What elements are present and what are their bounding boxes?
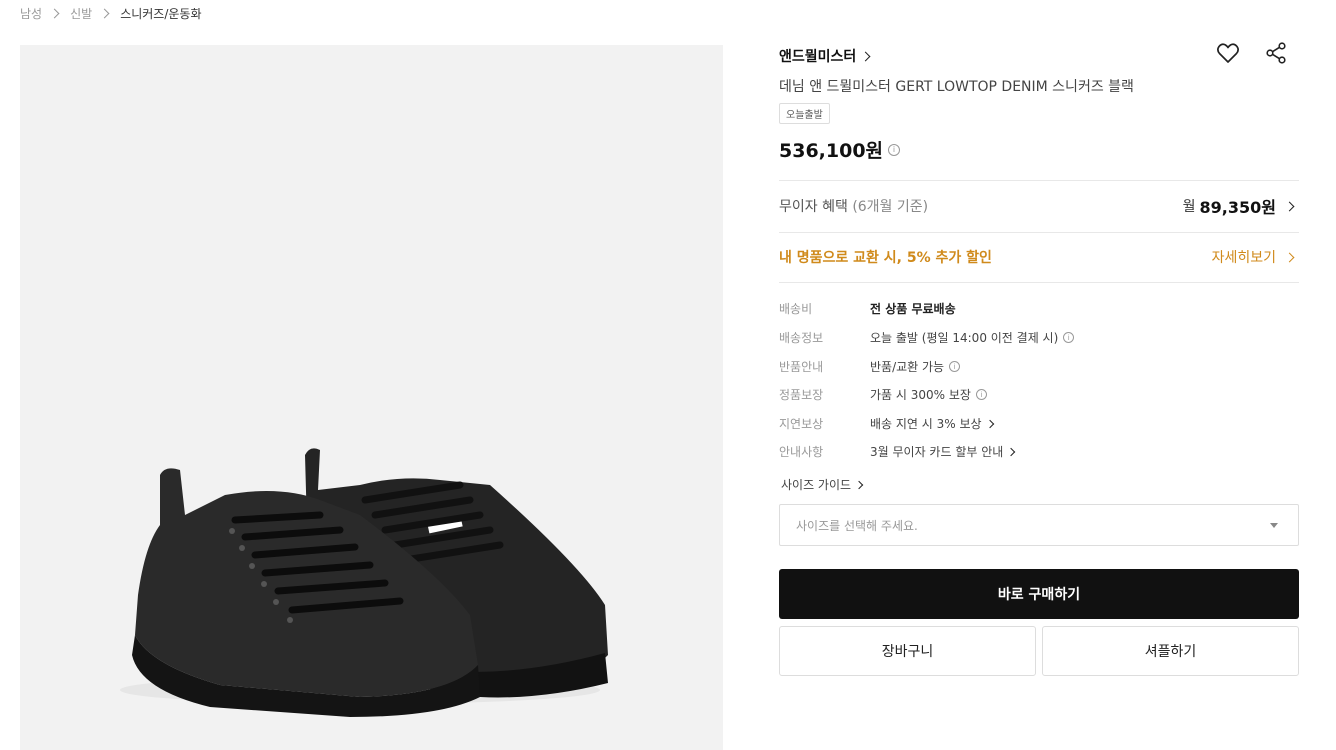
spec-value-wrap: 3월 무이자 카드 할부 안내: [870, 443, 1016, 460]
cart-button[interactable]: 장바구니: [779, 626, 1036, 676]
monthly-price: 월 89,350원: [1183, 194, 1299, 218]
info-icon[interactable]: i: [1063, 332, 1075, 343]
spec-value: 3월 무이자 카드 할부 안내: [870, 445, 1004, 459]
spec-label: 지연보상: [779, 417, 824, 431]
shuffle-button[interactable]: 셔플하기: [1042, 626, 1299, 676]
product-image[interactable]: [20, 45, 723, 750]
spec-value: 가품 시 300% 보장: [870, 388, 971, 402]
brand-link[interactable]: 앤드뮐미스터: [779, 46, 871, 66]
sneaker-illustration: [120, 448, 608, 717]
spec-row-authenticity: 정품보장 가품 시 300% 보장 i: [779, 386, 987, 403]
trade-in-row: 내 명품으로 교환 시, 5% 추가 할인 자세히보기: [779, 247, 1299, 267]
monthly-amount: 89,350원: [1199, 198, 1276, 217]
monthly-prefix: 월: [1182, 199, 1196, 215]
spec-row-notice[interactable]: 안내사항 3월 무이자 카드 할부 안내: [779, 443, 1016, 460]
product-price: 536,100원: [779, 140, 884, 162]
spec-label: 반품안내: [779, 360, 824, 374]
size-select[interactable]: 사이즈를 선택해 주세요.: [779, 504, 1299, 546]
spec-row-shipping-fee: 배송비 전 상품 무료배송: [779, 300, 956, 317]
product-name: 데님 앤 드뮐미스터 GERT LOWTOP DENIM 스니커즈 블랙: [779, 79, 1134, 95]
spec-value: 오늘 출발 (평일 14:00 이전 결제 시): [870, 331, 1059, 345]
installment-title: 무이자 혜택: [779, 199, 848, 215]
spec-value-wrap: 배송 지연 시 3% 보상: [870, 415, 994, 432]
breadcrumb-item-sneakers[interactable]: 스니커즈/운동화: [120, 5, 201, 22]
spec-value-wrap: 가품 시 300% 보장 i: [870, 386, 987, 403]
installment-row[interactable]: 무이자 혜택 (6개월 기준) 월 89,350원: [779, 194, 1299, 218]
share-button[interactable]: [1263, 40, 1289, 66]
share-icon: [1266, 42, 1286, 64]
chevron-right-icon: [854, 480, 864, 489]
info-icon[interactable]: i: [949, 361, 961, 372]
chevron-right-icon: [860, 51, 871, 61]
heart-icon: [1217, 43, 1239, 63]
divider: [779, 282, 1299, 283]
spec-value: 반품/교환 가능: [870, 360, 945, 374]
spec-value-wrap: 반품/교환 가능 i: [870, 358, 961, 375]
installment-sub: (6개월 기준): [852, 199, 929, 215]
spec-label: 배송정보: [779, 331, 824, 345]
chevron-right-icon: [1284, 201, 1295, 211]
wishlist-button[interactable]: [1215, 40, 1241, 66]
size-select-placeholder: 사이즈를 선택해 주세요.: [796, 518, 918, 533]
spec-label: 정품보장: [779, 388, 824, 402]
spec-label: 배송비: [779, 302, 813, 316]
caret-down-icon: [1270, 522, 1278, 528]
info-icon[interactable]: i: [888, 143, 901, 156]
breadcrumb-item-men[interactable]: 남성: [20, 5, 42, 22]
price-row: 536,100원 i: [779, 136, 901, 163]
spec-value: 전 상품 무료배송: [870, 302, 956, 316]
detail-link[interactable]: 자세히보기: [1212, 247, 1299, 267]
breadcrumb: 남성 신발 스니커즈/운동화: [20, 5, 202, 21]
spec-label: 안내사항: [779, 445, 824, 459]
installment-label: 무이자 혜택 (6개월 기준): [779, 196, 928, 216]
spec-row-shipping-info: 배송정보 오늘 출발 (평일 14:00 이전 결제 시) i: [779, 329, 1075, 346]
detail-link-label: 자세히보기: [1211, 250, 1276, 266]
divider: [779, 180, 1299, 181]
chevron-right-icon: [1284, 252, 1295, 262]
size-guide-label: 사이즈 가이드: [781, 478, 852, 492]
spec-value-wrap: 오늘 출발 (평일 14:00 이전 결제 시) i: [870, 329, 1075, 346]
chevron-right-icon: [99, 8, 110, 18]
size-guide-link[interactable]: 사이즈 가이드: [781, 476, 864, 493]
breadcrumb-item-shoes[interactable]: 신발: [70, 5, 92, 22]
chevron-right-icon: [49, 8, 60, 18]
divider: [779, 232, 1299, 233]
status-badge: 오늘출발: [779, 103, 830, 124]
buy-now-button[interactable]: 바로 구매하기: [779, 569, 1299, 619]
brand-name: 앤드뮐미스터: [779, 49, 857, 65]
trade-in-text: 내 명품으로 교환 시, 5% 추가 할인: [779, 250, 992, 266]
spec-row-return: 반품안내 반품/교환 가능 i: [779, 358, 961, 375]
info-icon[interactable]: i: [975, 389, 987, 400]
spec-row-delay[interactable]: 지연보상 배송 지연 시 3% 보상: [779, 415, 994, 432]
chevron-right-icon: [1007, 447, 1016, 456]
chevron-right-icon: [985, 419, 994, 428]
spec-value: 배송 지연 시 3% 보상: [870, 417, 982, 431]
